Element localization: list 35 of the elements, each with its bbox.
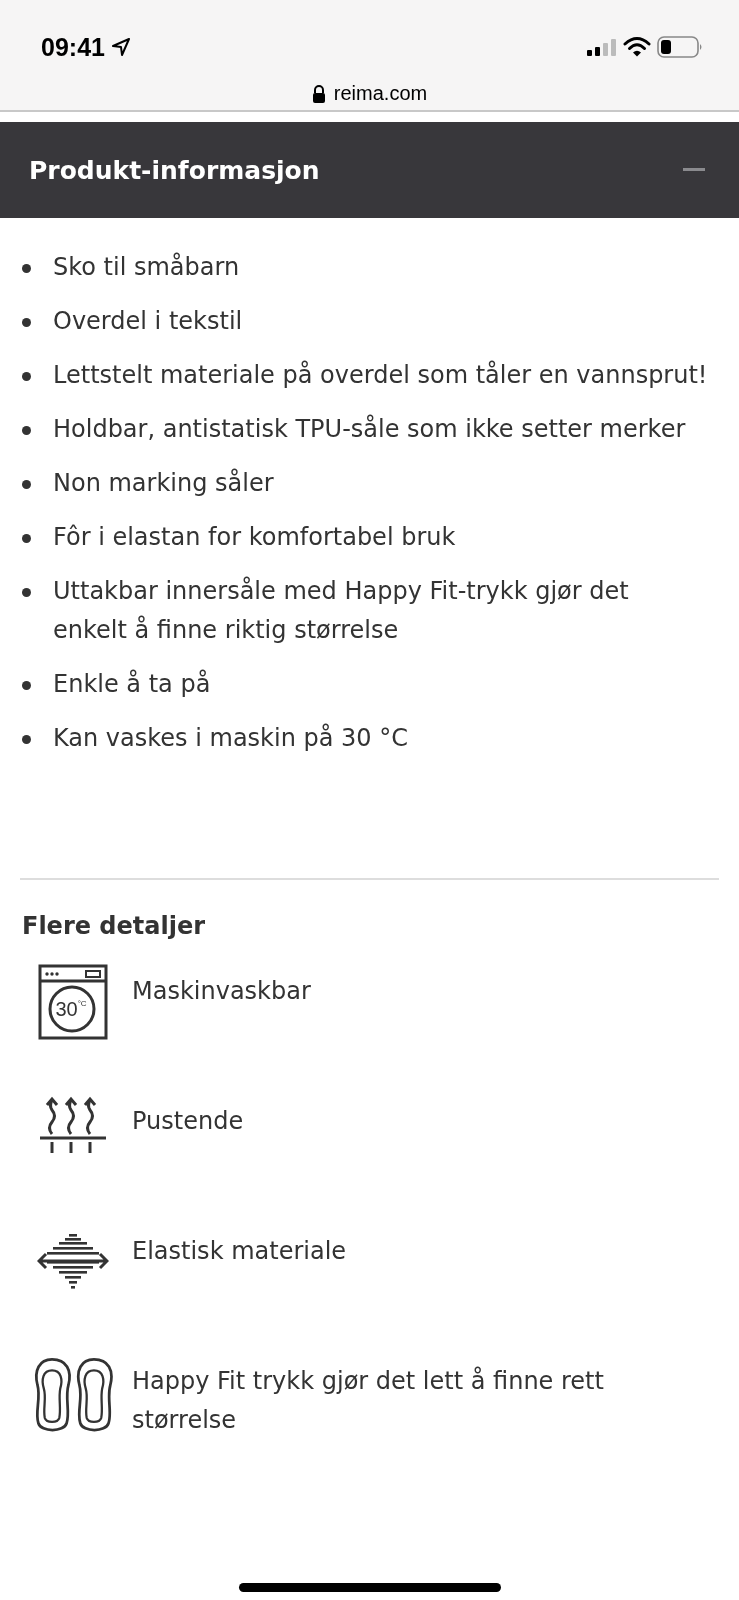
battery-icon (657, 36, 703, 58)
feature-text: Enkle å ta på (53, 668, 211, 700)
section-header[interactable]: Produkt-informasjon (0, 122, 739, 218)
feature-text: Non marking såler (53, 467, 274, 499)
bullet-icon (22, 588, 31, 597)
bullet-icon (22, 264, 31, 273)
bullet-icon (22, 372, 31, 381)
bullet-icon (22, 318, 31, 327)
detail-label: Maskinvaskbar (132, 976, 312, 1007)
bullet-icon (22, 534, 31, 543)
collapse-icon[interactable] (683, 168, 705, 172)
details-heading: Flere detaljer (22, 912, 207, 940)
address-bar[interactable]: reima.com (299, 82, 440, 105)
feature-text: Lettstelt materiale på overdel som tåler en vannsprut! (53, 359, 708, 391)
lock-icon (311, 84, 326, 103)
bullet-icon (22, 480, 31, 489)
feature-text: Overdel i tekstil (53, 306, 243, 337)
bullet-icon (22, 735, 31, 744)
detail-label: Happy Fit trykk gjør det lett å finne rett størrelse (132, 1365, 605, 1436)
bullet-icon (22, 426, 31, 435)
clock-time: 09:41 (41, 32, 105, 62)
feature-text: Fôr i elastan for komfortabel bruk (53, 522, 456, 553)
url-text: reima.com (333, 82, 428, 105)
feature-text: Holdbar, antistatisk TPU-såle som ikke setter merker (53, 413, 686, 445)
bullet-icon (22, 681, 31, 690)
section-title: Produkt-informasjon (29, 155, 320, 185)
feature-text: Kan vaskes i maskin på 30 °C (53, 722, 408, 754)
washing-machine-icon: 30$^{°C}$ (38, 964, 108, 1040)
feature-text: Uttakbar innersåle med Happy Fit-trykk gjør det enkelt å finne riktig størrelse (53, 575, 630, 646)
location-arrow-icon (110, 37, 131, 57)
detail-label: Pustende (132, 1106, 245, 1137)
wifi-icon (623, 36, 651, 58)
feature-text: Sko til småbarn (53, 251, 240, 283)
signal-icon (585, 37, 617, 57)
detail-label: Elastisk materiale (132, 1236, 348, 1267)
